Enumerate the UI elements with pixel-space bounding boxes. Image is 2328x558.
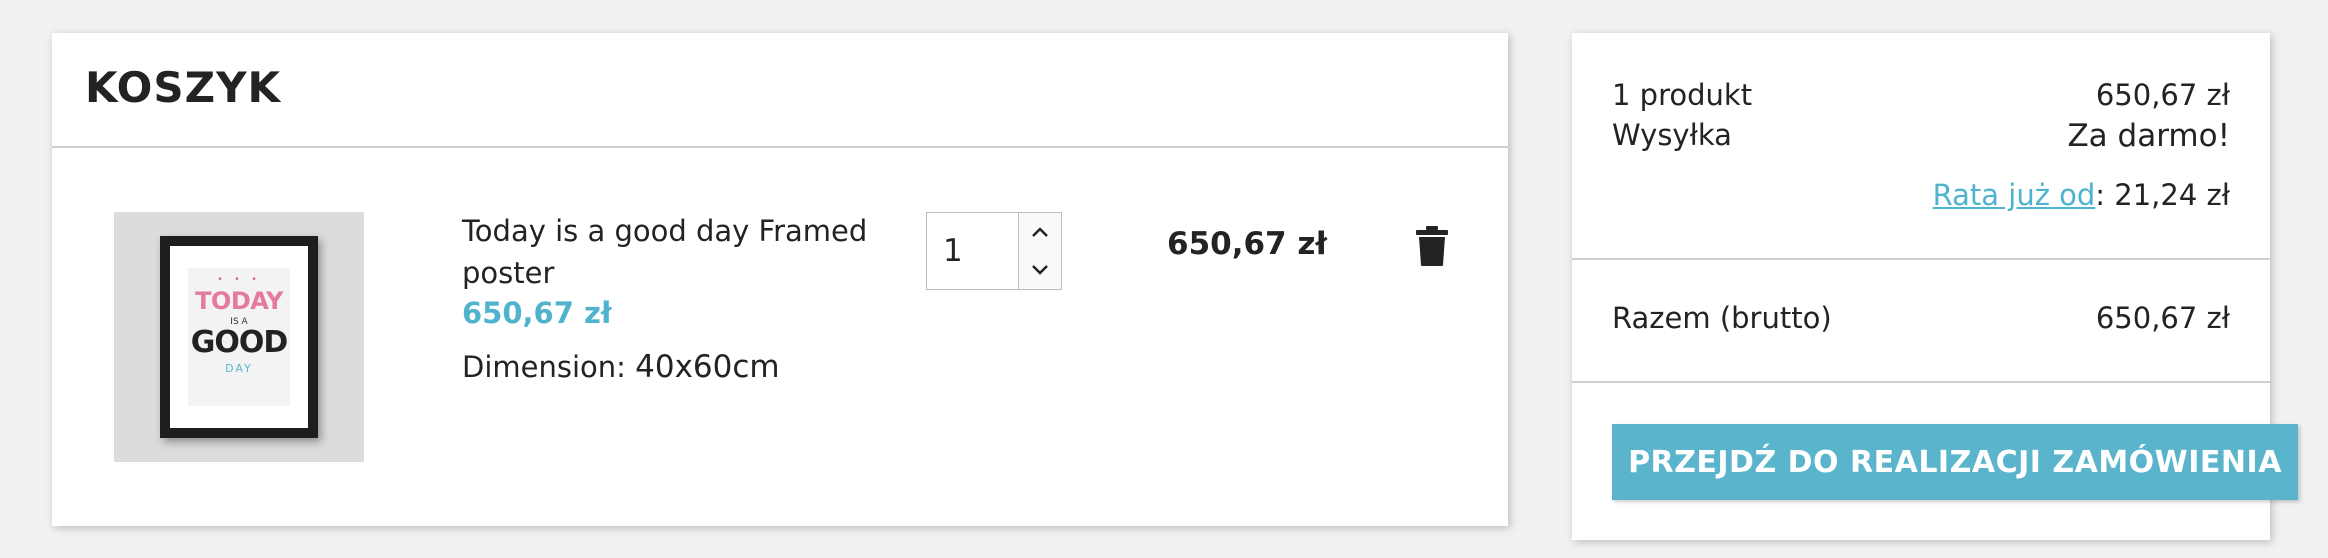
- trash-icon: [1416, 226, 1448, 266]
- product-attribute: Dimension: 40x60cm: [462, 349, 780, 385]
- order-summary-panel: 1 produkt 650,67 zł Wysyłka Za darmo! Ra…: [1572, 33, 2298, 540]
- installment-link[interactable]: Rata już od: [1933, 178, 2096, 212]
- summary-divider: [1572, 381, 2270, 383]
- poster-frame: • • • TODAY IS A GOOD DAY: [160, 236, 318, 438]
- attribute-value: 40x60cm: [635, 349, 780, 385]
- summary-total-row: Razem (brutto) 650,67 zł: [1612, 301, 2230, 335]
- quantity-input[interactable]: [927, 213, 1019, 289]
- quantity-stepper: [926, 212, 1062, 290]
- products-subtotal: 650,67 zł: [2095, 78, 2230, 112]
- cart-panel: KOSZYK • • • TODAY IS A GOOD DAY Today i…: [52, 33, 1508, 526]
- total-label: Razem (brutto): [1612, 301, 1832, 335]
- total-value: 650,67 zł: [2095, 301, 2230, 335]
- summary-shipping-row: Wysyłka Za darmo!: [1612, 118, 2230, 154]
- poster-art: • • • TODAY IS A GOOD DAY: [188, 268, 290, 406]
- cart-title: KOSZYK: [85, 63, 282, 112]
- product-name-link[interactable]: Today is a good day Framed poster: [462, 210, 882, 294]
- cart-divider: [52, 146, 1508, 148]
- summary-divider: [1572, 258, 2270, 260]
- shipping-value: Za darmo!: [2067, 118, 2230, 154]
- product-image[interactable]: • • • TODAY IS A GOOD DAY: [114, 212, 364, 462]
- quantity-increase-button[interactable]: [1019, 213, 1061, 252]
- checkout-button[interactable]: PRZEJDŹ DO REALIZACJI ZAMÓWIENIA: [1612, 424, 2298, 500]
- remove-item-button[interactable]: [1414, 225, 1450, 267]
- installment-info: Rata już od: 21,24 zł: [1933, 178, 2230, 212]
- chevron-down-icon: [1032, 265, 1048, 275]
- chevron-up-icon: [1032, 227, 1048, 237]
- line-total-price: 650,67 zł: [1167, 226, 1327, 262]
- attribute-label: Dimension:: [462, 350, 636, 384]
- installment-value: : 21,24 zł: [2095, 178, 2230, 212]
- summary-products-row: 1 produkt 650,67 zł: [1612, 78, 2230, 112]
- products-count-label: 1 produkt: [1612, 78, 1753, 112]
- product-unit-price: 650,67 zł: [462, 296, 612, 330]
- shipping-label: Wysyłka: [1612, 118, 1732, 152]
- quantity-decrease-button[interactable]: [1019, 251, 1061, 289]
